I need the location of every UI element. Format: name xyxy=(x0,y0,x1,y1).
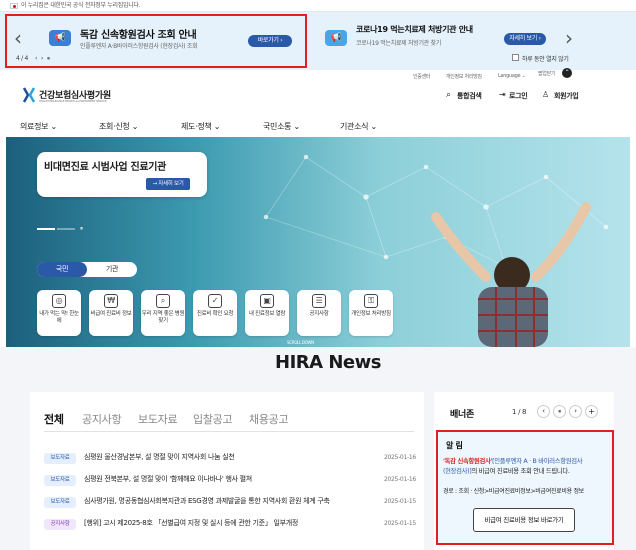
login-icon[interactable]: ⇥ xyxy=(499,90,506,99)
toggle-public[interactable]: 국민 xyxy=(37,262,87,277)
nav-inquiry[interactable]: 조회·신청 ⌄ xyxy=(99,121,138,132)
notice-icon: ☰ xyxy=(312,294,326,308)
utility-popup-close[interactable]: 팝업닫기 xyxy=(538,70,556,77)
alert-path: 경로 : 조회 · 신청>비급여진료비정보>비급여진료비용 정보 xyxy=(443,488,584,495)
news-tab-bid[interactable]: 입찰공고 xyxy=(193,411,233,427)
gov-strip-text: 이 누리집은 대한민국 공식 전자정부 누리집입니다. xyxy=(21,2,141,9)
bill-check-icon: ✓ xyxy=(208,294,222,308)
document-won-icon: ₩ xyxy=(104,294,118,308)
news-row-title[interactable]: 심사평가원, 명공동협심사회복지관과 ESG경영 과제발굴을 통한 지역사회 환… xyxy=(84,496,378,506)
hira-logo-icon xyxy=(22,87,36,103)
pill-icon: ◎ xyxy=(52,294,66,308)
news-tab-notice[interactable]: 공지사항 xyxy=(82,411,122,427)
logo-subtext: HEALTH INSURANCE REVIEW & ASSESSMENT SER… xyxy=(39,99,107,103)
news-row-title[interactable]: [행위] 고시 제2025-8호 「선별급여 지정 및 실시 등에 관한 기준」… xyxy=(84,518,378,528)
notice-left-goto-button[interactable]: 바로가기 › xyxy=(248,35,292,47)
news-row-title[interactable]: 심평원 울산경남본부, 설 명절 맞이 지역사회 나눔 실천 xyxy=(84,452,235,462)
banner-prev-icon[interactable]: ‹ xyxy=(537,405,550,418)
news-tab-all[interactable]: 전체 xyxy=(44,411,64,427)
alert-title: 알 림 xyxy=(446,441,463,450)
alert-goto-button[interactable]: 비급여 진료비용 정보 바로가기 xyxy=(473,508,575,532)
news-divider xyxy=(44,431,414,432)
nav-medical-info[interactable]: 의료정보 ⌄ xyxy=(20,121,57,132)
header-search[interactable]: 통합검색 xyxy=(457,91,482,101)
news-row-badge: 보도자료 xyxy=(44,497,76,508)
news-row-title[interactable]: 심평원 전북본부, 설 명절 맞이 '함께해요 이나바나' 행사 펼쳐 xyxy=(84,474,252,484)
megaphone-icon: 📢 xyxy=(49,30,71,46)
news-row-date: 2025-01-15 xyxy=(384,520,416,527)
notice-prev-arrow-icon[interactable]: ‹ xyxy=(14,28,22,48)
notice-left-subtitle: 인플루엔자 A·B바이러스항원검사 (현장검사) 조회 xyxy=(80,43,198,50)
news-row-date: 2025-01-16 xyxy=(384,454,416,461)
nav-policy[interactable]: 제도·정책 ⌄ xyxy=(181,121,220,132)
banner-pause-icon[interactable]: ⏸ xyxy=(553,405,566,418)
hide-today-label: 하루 동안 열지 않기 xyxy=(522,56,569,63)
hero-pause-icon[interactable]: ⏸ xyxy=(80,225,83,233)
notice-next-small-icon[interactable]: › xyxy=(41,55,43,62)
popup-toggle-chevron-icon[interactable]: ⌃ xyxy=(562,68,572,78)
quick-non-covered-cost[interactable]: ₩ 비급여 진료비 정보 xyxy=(89,290,133,336)
hero-slide-indicator-active[interactable] xyxy=(37,228,55,230)
map-search-icon: ⌕ xyxy=(156,294,170,308)
alert-rest-text: 의 비급여 진료비용 조회 안내 드립니다. xyxy=(471,468,570,475)
hero-card-title: 비대면진료 시범사업 진료기관 xyxy=(44,162,167,173)
banner-zone-title: 배너존 xyxy=(450,410,474,420)
utility-language[interactable]: Language ⌄ xyxy=(498,73,526,79)
alert-blue-text: [인플루엔자 A · B 바이러스항원검사 xyxy=(492,458,583,465)
quick-cost-check[interactable]: ✓ 진료비 확인 요청 xyxy=(193,290,237,336)
notice-right-detail-button[interactable]: 자세히 보기 › xyxy=(504,33,546,45)
child-celebrating-illustration xyxy=(431,202,591,347)
quick-my-medicine[interactable]: ◎ 내가 먹는 약! 한눈에 xyxy=(37,290,81,336)
news-row-badge: 보도자료 xyxy=(44,453,76,464)
quick-notice[interactable]: ☰ 공지사항 xyxy=(297,290,341,336)
briefcase-icon: ▣ xyxy=(260,294,274,308)
korea-flag-icon xyxy=(10,2,18,9)
scroll-down-label[interactable]: SCROLL DOWN xyxy=(287,340,314,345)
notice-prev-small-icon[interactable]: ‹ xyxy=(35,55,37,62)
header-login[interactable]: 로그인 xyxy=(509,91,528,101)
hero-card-detail-button[interactable]: → 자세히 보기 xyxy=(146,178,190,190)
notice-right-title[interactable]: 코로나19 먹는치료제 처방기관 안내 xyxy=(356,24,473,35)
banner-next-icon[interactable]: › xyxy=(569,405,582,418)
gov-identity-strip: 이 누리집은 대한민국 공식 전자정부 누리집입니다. xyxy=(0,0,636,12)
nav-org-news[interactable]: 기관소식 ⌄ xyxy=(340,121,377,132)
news-row-badge: 보도자료 xyxy=(44,475,76,486)
hide-today-checkbox[interactable] xyxy=(512,54,519,61)
toggle-institution[interactable]: 기관 xyxy=(87,262,137,277)
quick-privacy[interactable]: ⚿ 개인정보 처리방침 xyxy=(349,290,393,336)
news-row-date: 2025-01-15 xyxy=(384,498,416,505)
notice-pager: 4 / 4 xyxy=(16,55,28,62)
search-icon[interactable]: ⌕ xyxy=(446,90,451,100)
news-tab-press[interactable]: 보도자료 xyxy=(138,411,178,427)
notice-next-arrow-icon[interactable]: › xyxy=(565,28,573,48)
header-join[interactable]: 회원가입 xyxy=(554,91,579,101)
hira-logo[interactable] xyxy=(22,87,36,107)
news-row-badge: 공지사항 xyxy=(44,519,76,530)
megaphone-icon-right: 📢 xyxy=(325,30,347,46)
news-row-date: 2025-01-16 xyxy=(384,476,416,483)
utility-privacy[interactable]: 개인정보 처리방침 xyxy=(446,73,482,80)
news-tab-recruit[interactable]: 채용공고 xyxy=(249,411,289,427)
alert-line-1: '독감 신속항원검사'[인플루엔자 A · B 바이러스항원검사 xyxy=(443,457,583,467)
utility-cert-center[interactable]: 인증센터 xyxy=(413,73,431,80)
hero-slide-indicator[interactable] xyxy=(57,228,75,230)
join-user-icon[interactable]: ♙ xyxy=(542,90,549,99)
notice-left-title[interactable]: 독감 신속항원검사 조회 안내 xyxy=(80,26,197,41)
news-heading: HIRA News xyxy=(275,352,381,373)
alert-blue-text-2: (현장검사)] xyxy=(443,468,472,475)
banner-more-icon[interactable]: + xyxy=(585,405,598,418)
quick-my-records[interactable]: ▣ 내 진료정보 열람 xyxy=(245,290,289,336)
banner-zone-pager: 1 / 8 xyxy=(512,408,527,416)
alert-line-2: (현장검사)]의 비급여 진료비용 조회 안내 드립니다. xyxy=(443,467,570,477)
privacy-doc-icon: ⚿ xyxy=(364,294,378,308)
quick-find-hospital[interactable]: ⌕ 우리 지역 좋은 병원 찾기 xyxy=(141,290,185,336)
notice-pause-icon[interactable]: ⏸ xyxy=(47,55,50,63)
notice-right-subtitle: 코로나19 먹는치료제 처방기관 찾기 xyxy=(356,40,441,47)
nav-communication[interactable]: 국민소통 ⌄ xyxy=(263,121,300,132)
alert-red-text: '독감 신속항원검사' xyxy=(443,458,493,465)
